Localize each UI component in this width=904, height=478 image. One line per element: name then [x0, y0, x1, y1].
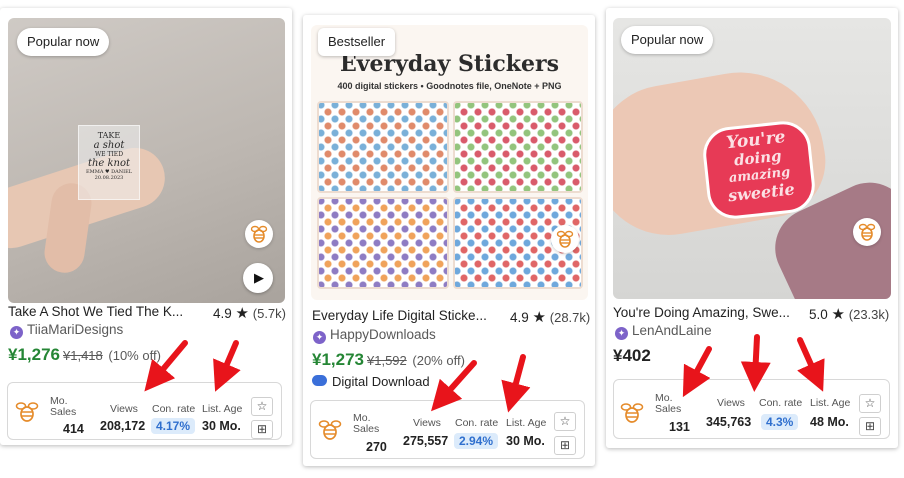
annotation-arrow	[501, 354, 531, 413]
annotation-arrow	[144, 334, 825, 413]
annotation-arrow	[213, 340, 241, 392]
annotation-arrow	[797, 337, 825, 392]
annotation-arrow	[144, 340, 188, 392]
annotation-arrow	[431, 360, 477, 412]
annotation-arrow	[740, 334, 771, 392]
annotation-arrow	[682, 346, 712, 398]
